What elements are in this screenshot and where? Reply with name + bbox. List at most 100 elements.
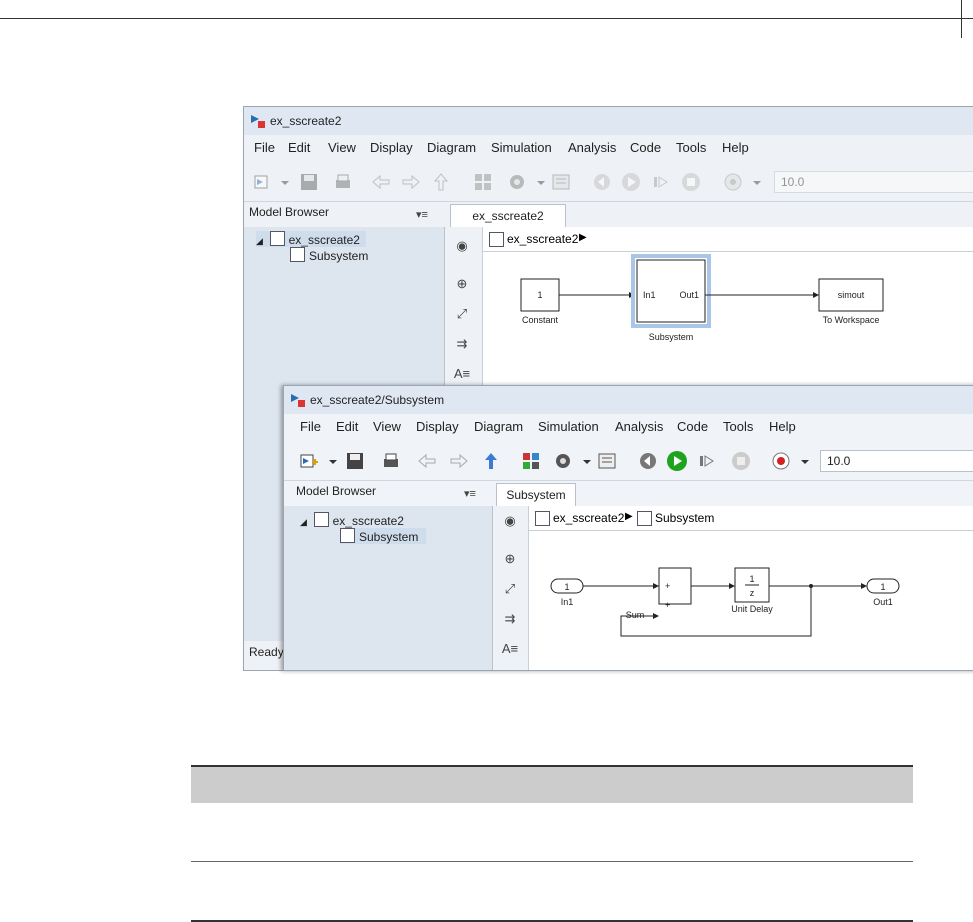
gear-dropdown-icon[interactable] — [530, 171, 545, 193]
page-header-tick — [961, 0, 962, 38]
menu-file[interactable]: File — [300, 419, 321, 434]
menu-code[interactable]: Code — [677, 419, 708, 434]
forward-arrow-icon[interactable] — [400, 171, 422, 193]
new-dropdown-icon[interactable] — [274, 171, 289, 193]
record-dropdown-icon[interactable] — [746, 171, 761, 193]
tree-collapse-icon[interactable]: ◢ — [300, 517, 307, 527]
stop-time-field[interactable]: 10.0 — [774, 171, 973, 193]
tree-item-root[interactable]: ◢ ex_sscreate2 — [256, 231, 366, 247]
new-model-icon[interactable] — [252, 171, 274, 193]
arrow-icon[interactable]: ⇉ — [501, 610, 519, 628]
menu-analysis[interactable]: Analysis — [568, 140, 616, 155]
step-back-icon[interactable] — [636, 450, 658, 472]
menu-help[interactable]: Help — [769, 419, 796, 434]
up-arrow-icon[interactable] — [480, 450, 502, 472]
model-explorer-icon[interactable] — [550, 171, 572, 193]
menu-edit[interactable]: Edit — [336, 419, 358, 434]
print-icon[interactable] — [380, 450, 402, 472]
window-title: ex_sscreate2 — [270, 114, 342, 128]
menu-display[interactable]: Display — [416, 419, 459, 434]
subsystem-in-port: In1 — [643, 290, 656, 300]
sum-label: Sum — [626, 610, 645, 620]
to-workspace-label: To Workspace — [823, 315, 880, 325]
menu-view[interactable]: View — [328, 140, 356, 155]
menu-tools[interactable]: Tools — [676, 140, 706, 155]
feedback-arrow — [653, 613, 659, 619]
titlebar: ex_sscreate2/Subsystem — [284, 386, 973, 414]
constant-label: Constant — [522, 315, 559, 325]
record-icon[interactable] — [722, 171, 744, 193]
stop-icon[interactable] — [730, 450, 752, 472]
tree-collapse-icon[interactable]: ◢ — [256, 236, 263, 246]
step-back-icon[interactable] — [590, 171, 612, 193]
annotation-icon[interactable]: A≡ — [453, 365, 471, 383]
record-icon[interactable] — [770, 450, 792, 472]
tab-model[interactable]: ex_sscreate2 — [450, 204, 566, 227]
outport-label: Out1 — [873, 597, 893, 607]
menu-simulation[interactable]: Simulation — [538, 419, 599, 434]
print-icon[interactable] — [332, 171, 354, 193]
zoom-in-icon[interactable]: ⊕ — [453, 275, 471, 293]
hide-browser-icon[interactable]: ◉ — [501, 512, 519, 530]
menu-code[interactable]: Code — [630, 140, 661, 155]
simulink-app-icon — [291, 394, 305, 407]
feedback-line[interactable] — [620, 586, 812, 637]
step-forward-icon[interactable] — [696, 450, 718, 472]
menu-edit[interactable]: Edit — [288, 140, 310, 155]
tree-item-subsystem[interactable]: Subsystem — [290, 247, 368, 263]
table-row — [191, 803, 913, 862]
menu-help[interactable]: Help — [722, 140, 749, 155]
signal-arrow-2 — [813, 292, 819, 298]
menu-simulation[interactable]: Simulation — [491, 140, 552, 155]
up-arrow-icon[interactable] — [430, 171, 452, 193]
library-browser-icon[interactable] — [520, 450, 542, 472]
model-explorer-icon[interactable] — [596, 450, 618, 472]
zoom-in-icon[interactable]: ⊕ — [501, 550, 519, 568]
diagram-canvas[interactable]: ex_sscreate2 ▶ Subsystem 1 In1 + + Sum 1… — [528, 506, 973, 670]
menu-analysis[interactable]: Analysis — [615, 419, 663, 434]
tree-item-root[interactable]: ◢ ex_sscreate2 — [300, 512, 404, 528]
record-dropdown-icon[interactable] — [794, 450, 809, 472]
model-browser-panel: ◢ ex_sscreate2 Subsystem — [284, 506, 493, 670]
menu-tools[interactable]: Tools — [723, 419, 753, 434]
save-icon[interactable] — [298, 171, 320, 193]
save-icon[interactable] — [344, 450, 366, 472]
new-dropdown-icon[interactable] — [322, 450, 337, 472]
library-browser-icon[interactable] — [472, 171, 494, 193]
constant-value: 1 — [537, 290, 542, 300]
sum-block[interactable] — [658, 567, 692, 605]
back-arrow-icon[interactable] — [416, 450, 438, 472]
menu-view[interactable]: View — [373, 419, 401, 434]
back-arrow-icon[interactable] — [370, 171, 392, 193]
gear-dropdown-icon[interactable] — [576, 450, 591, 472]
gear-icon[interactable] — [552, 450, 574, 472]
menu-diagram[interactable]: Diagram — [474, 419, 523, 434]
new-model-icon[interactable] — [298, 450, 320, 472]
table-cell — [191, 803, 578, 862]
step-forward-icon[interactable] — [650, 171, 672, 193]
browser-menu-icon[interactable]: ▾≡ — [416, 208, 428, 221]
status-bar-text: Ready — [249, 645, 284, 659]
menu-display[interactable]: Display — [370, 140, 413, 155]
tab-subsystem[interactable]: Subsystem — [496, 483, 576, 506]
tree-item-subsystem[interactable]: Subsystem — [340, 528, 427, 544]
fit-view-icon[interactable]: ⤢ — [501, 580, 519, 598]
gear-icon[interactable] — [506, 171, 528, 193]
browser-menu-icon[interactable]: ▾≡ — [464, 487, 476, 500]
fit-view-icon[interactable]: ⤢ — [453, 305, 471, 323]
hide-browser-icon[interactable]: ◉ — [453, 237, 471, 255]
menu-file[interactable]: File — [254, 140, 275, 155]
menu-diagram[interactable]: Diagram — [427, 140, 476, 155]
annotation-icon[interactable]: A≡ — [501, 640, 519, 658]
run-icon[interactable] — [666, 450, 688, 472]
stop-time-field[interactable]: 10.0 — [820, 450, 973, 472]
forward-arrow-icon[interactable] — [448, 450, 470, 472]
unit-delay-label: Unit Delay — [731, 604, 773, 614]
sum-plus-1: + — [665, 581, 670, 591]
signal-arrow-in — [653, 583, 659, 589]
simulink-app-icon — [251, 115, 265, 128]
stop-icon[interactable] — [680, 171, 702, 193]
table-cell — [191, 861, 578, 922]
run-icon[interactable] — [620, 171, 642, 193]
arrow-icon[interactable]: ⇉ — [453, 335, 471, 353]
